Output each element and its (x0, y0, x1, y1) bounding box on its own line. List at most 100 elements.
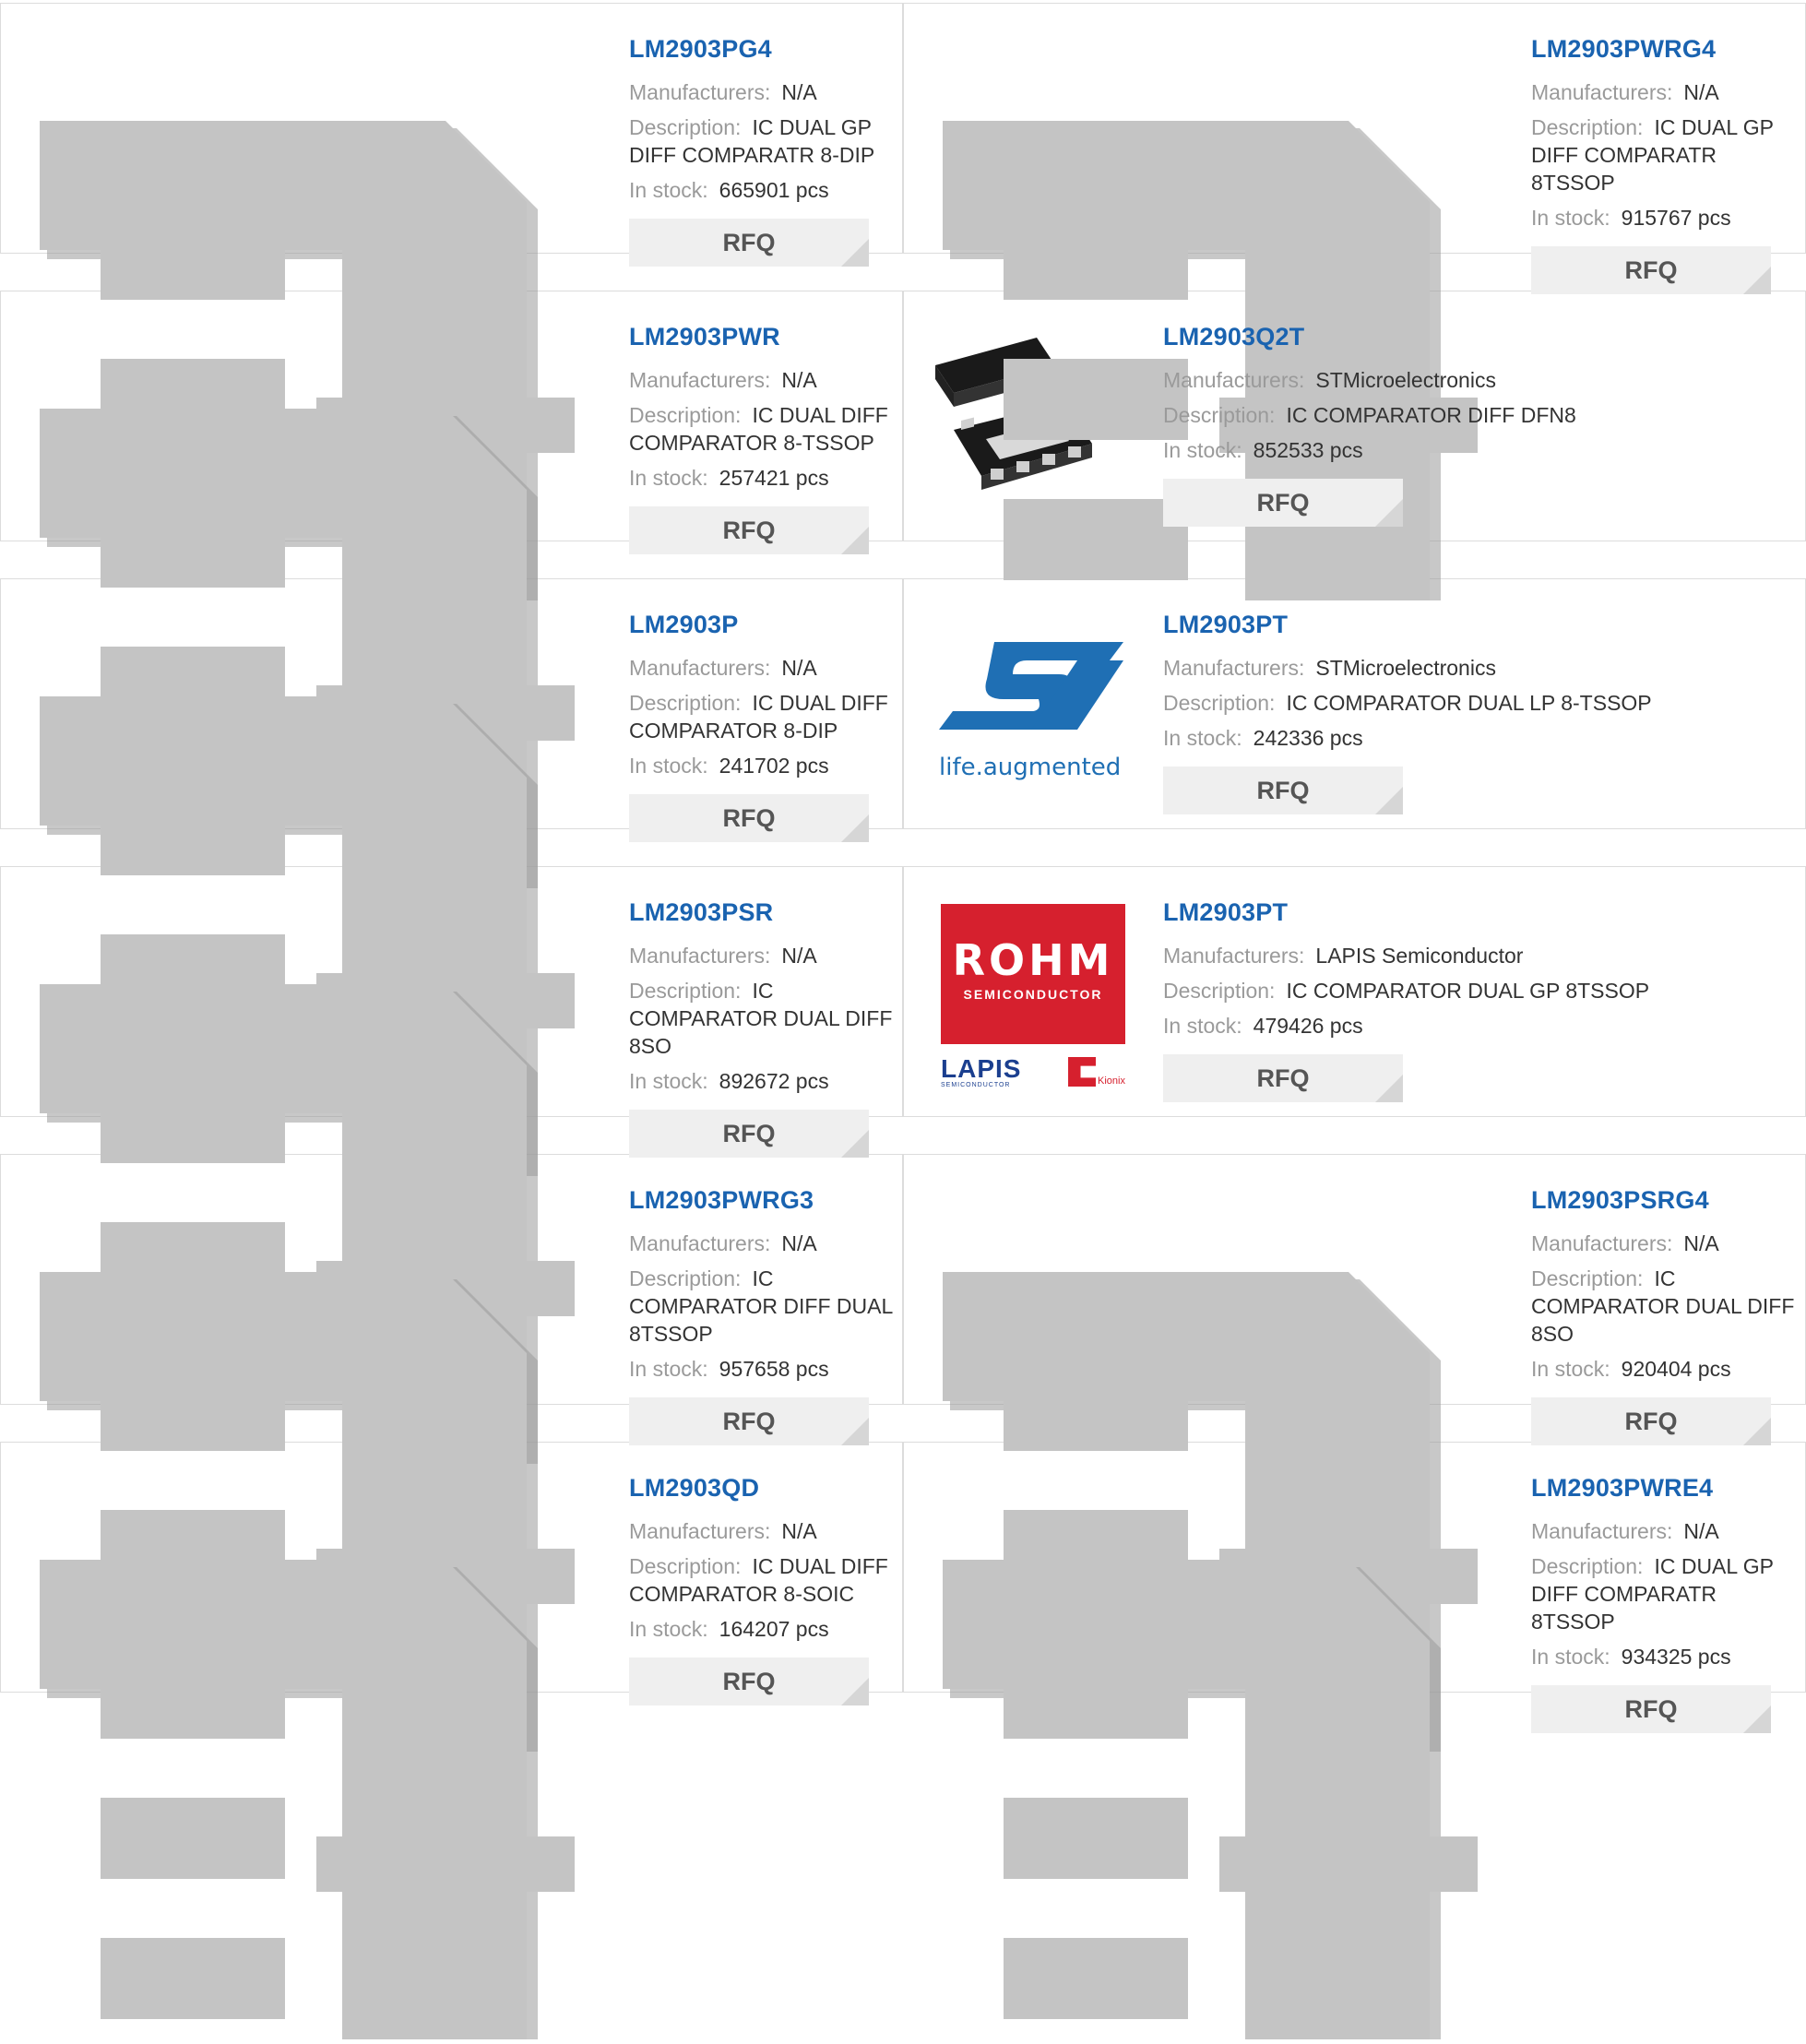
stock-row: In stock: 164207 pcs (629, 1615, 898, 1643)
manufacturer-row-value: STMicroelectronics (1315, 656, 1496, 680)
rohm-lapis-logo: ROHM SEMICONDUCTOR LAPIS SEMICONDUCTOR Kioni… (941, 904, 1125, 1088)
product-card: LM2903PSRG4 Manufacturers: N/A Description:… (903, 1154, 1806, 1752)
manufacturer-row: Manufacturers: N/A (629, 366, 898, 394)
description-row: Description: IC COMPARATOR DIFF DUAL 8TSS… (629, 1265, 898, 1348)
description-row: Description: IC DUAL GP DIFF COMPARATR 8-… (629, 113, 898, 169)
stock-row: In stock: 479426 pcs (1163, 1012, 1753, 1040)
rfq-button[interactable]: RFQ (1163, 1054, 1403, 1102)
stock-row-label: In stock: (629, 1069, 708, 1093)
manufacturer-row-value: N/A (781, 80, 817, 104)
product-image[interactable] (943, 1560, 1496, 2044)
rfq-button[interactable]: RFQ (1531, 1397, 1771, 1445)
manufacturer-row: Manufacturers: N/A (629, 78, 898, 106)
part-number-link[interactable]: LM2903PT (1163, 898, 1753, 927)
rfq-button[interactable]: RFQ (1531, 1685, 1771, 1733)
product-info: LM2903Q2T Manufacturers: STMicroelectronic… (1163, 323, 1753, 527)
description-row: Description: IC DUAL GP DIFF COMPARATR 8T… (1531, 113, 1800, 196)
stock-row-label: In stock: (1163, 438, 1242, 462)
description-row: Description: IC COMPARATOR DUAL LP 8-TSSO… (1163, 689, 1753, 717)
stock-row: In stock: 665901 pcs (629, 176, 898, 204)
stock-row-value: 892672 pcs (719, 1069, 829, 1093)
description-row: Description: IC DUAL DIFF COMPARATOR 8-TS… (629, 401, 898, 457)
manufacturer-row-label: Manufacturers: (629, 656, 771, 680)
description-row: Description: IC DUAL DIFF COMPARATOR 8-DI… (629, 689, 898, 744)
manufacturer-row: Manufacturers: N/A (1531, 1517, 1800, 1545)
stock-row-label: In stock: (1531, 1357, 1610, 1381)
description-row-value: IC COMPARATOR DUAL GP 8TSSOP (1286, 979, 1650, 1003)
manufacturer-row: Manufacturers: N/A (629, 1517, 898, 1545)
manufacturer-row-label: Manufacturers: (629, 368, 771, 392)
product-info: LM2903PT Manufacturers: STMicroelectronics… (1163, 611, 1753, 814)
part-number-link[interactable]: LM2903PWR (629, 323, 898, 351)
part-number-link[interactable]: LM2903PWRG3 (629, 1186, 898, 1215)
stock-row-label: In stock: (629, 1617, 708, 1641)
stock-row-value: 920404 pcs (1621, 1357, 1731, 1381)
stock-row: In stock: 915767 pcs (1531, 204, 1800, 232)
stock-row-label: In stock: (1531, 1645, 1610, 1669)
part-number-link[interactable]: LM2903PSRG4 (1531, 1186, 1800, 1215)
manufacturer-row-value: N/A (1683, 1519, 1719, 1543)
part-number-link[interactable]: LM2903PG4 (629, 35, 898, 64)
description-row-label: Description: (1163, 979, 1276, 1003)
part-number-link[interactable]: LM2903QD (629, 1474, 898, 1503)
stock-row-label: In stock: (1163, 1014, 1242, 1038)
part-number-link[interactable]: LM2903PWRG4 (1531, 35, 1800, 64)
product-info: LM2903PT Manufacturers: LAPIS Semiconducto… (1163, 898, 1753, 1102)
part-number-link[interactable]: LM2903P (629, 611, 898, 639)
rfq-button[interactable]: RFQ (1531, 246, 1771, 294)
rohm-badge: ROHM SEMICONDUCTOR (941, 904, 1125, 1044)
product-info: LM2903QD Manufacturers: N/A Description: IC … (629, 1474, 898, 1705)
stock-row: In stock: 892672 pcs (629, 1067, 898, 1095)
stock-row: In stock: 257421 pcs (629, 464, 898, 492)
rfq-button[interactable]: RFQ (1163, 766, 1403, 814)
description-row-value: IC COMPARATOR DUAL LP 8-TSSOP (1286, 691, 1652, 715)
manufacturer-row-label: Manufacturers: (1531, 1231, 1673, 1255)
description-row-label: Description: (629, 1554, 742, 1578)
stock-row-value: 164207 pcs (719, 1617, 829, 1641)
stock-row-label: In stock: (629, 1357, 708, 1381)
rohm-name: ROHM (952, 935, 1114, 985)
part-number-link[interactable]: LM2903PWRE4 (1531, 1474, 1800, 1503)
product-info: LM2903PSRG4 Manufacturers: N/A Description:… (1531, 1186, 1800, 1445)
product-image[interactable] (40, 1560, 593, 2044)
stock-row-value: 934325 pcs (1621, 1645, 1731, 1669)
stock-row-value: 665901 pcs (719, 178, 829, 202)
product-info: LM2903PWRG3 Manufacturers: N/A Description:… (629, 1186, 898, 1445)
stock-row-value: 241702 pcs (719, 754, 829, 778)
manufacturer-row: Manufacturers: STMicroelectronics (1163, 654, 1753, 682)
rfq-button[interactable]: RFQ (1163, 479, 1403, 527)
rfq-button[interactable]: RFQ (629, 1658, 869, 1705)
manufacturer-row-value: N/A (781, 368, 817, 392)
rfq-button[interactable]: RFQ (629, 1110, 869, 1158)
description-row-label: Description: (1163, 403, 1276, 427)
part-number-link[interactable]: LM2903PT (1163, 611, 1753, 639)
placeholder-chip-icon (943, 1560, 1478, 2039)
product-info: LM2903PWR Manufacturers: N/A Description: IC… (629, 323, 898, 554)
lapis-sub: SEMICONDUCTOR (941, 1081, 1011, 1088)
manufacturer-row: Manufacturers: N/A (629, 942, 898, 969)
part-number-link[interactable]: LM2903PSR (629, 898, 898, 927)
manufacturer-row: Manufacturers: N/A (1531, 1230, 1800, 1257)
description-row-label: Description: (629, 115, 742, 139)
description-row: Description: IC COMPARATOR DUAL DIFF 8SO (1531, 1265, 1800, 1348)
rfq-button[interactable]: RFQ (629, 219, 869, 267)
rfq-button[interactable]: RFQ (629, 794, 869, 842)
manufacturer-row-value: N/A (1683, 1231, 1719, 1255)
lapis-name: LAPIS (941, 1053, 1022, 1083)
stock-row-value: 915767 pcs (1621, 206, 1731, 230)
manufacturer-row-value: N/A (781, 656, 817, 680)
manufacturer-row: Manufacturers: N/A (1531, 78, 1800, 106)
rfq-button[interactable]: RFQ (629, 506, 869, 554)
st-logo-icon (939, 642, 1123, 730)
stock-row-label: In stock: (629, 178, 708, 202)
rohm-sub: SEMICONDUCTOR (963, 987, 1103, 1002)
product-info: LM2903PG4 Manufacturers: N/A Description: IC… (629, 35, 898, 267)
part-number-link[interactable]: LM2903Q2T (1163, 323, 1753, 351)
stock-row-label: In stock: (1531, 206, 1610, 230)
rfq-button[interactable]: RFQ (629, 1397, 869, 1445)
description-row: Description: IC DUAL DIFF COMPARATOR 8-SO… (629, 1552, 898, 1608)
manufacturer-row-value: N/A (1683, 80, 1719, 104)
product-info: LM2903PWRG4 Manufacturers: N/A Description:… (1531, 35, 1800, 294)
manufacturer-row-value: LAPIS Semiconductor (1315, 944, 1524, 968)
description-row-label: Description: (1531, 1266, 1644, 1290)
